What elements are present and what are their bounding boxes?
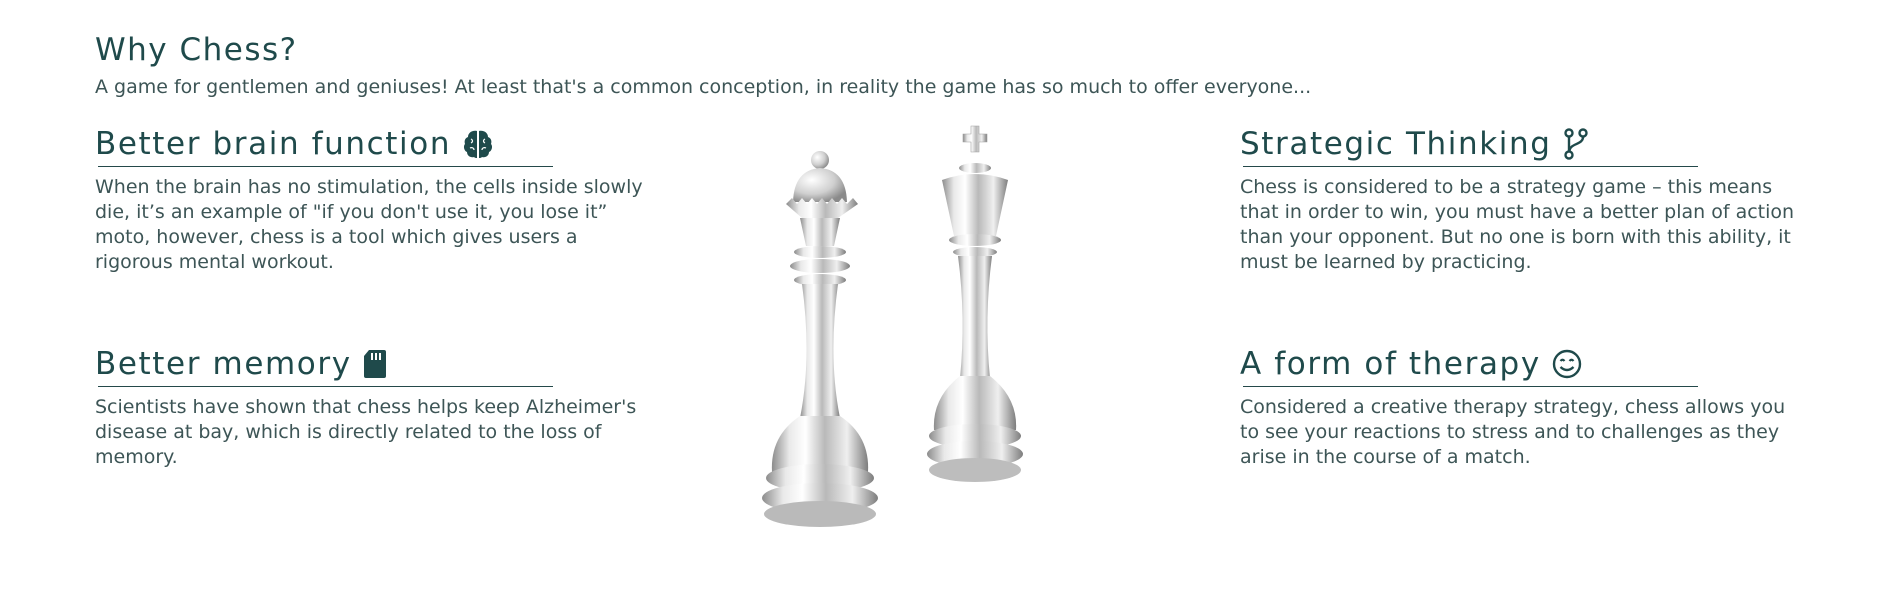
chess-pieces-image: [720, 118, 1070, 538]
feature-therapy: A form of therapy Considered a creative …: [1240, 344, 1810, 470]
feature-heading-label: Better brain function: [95, 126, 452, 162]
feature-description: Chess is considered to be a strategy gam…: [1240, 176, 1795, 273]
heading-underline: [98, 166, 553, 167]
heading-underline: [1243, 166, 1698, 167]
feature-heading-label: A form of therapy: [1240, 346, 1541, 382]
feature-heading: Strategic Thinking: [1240, 124, 1590, 164]
feature-heading: Better brain function: [95, 124, 495, 164]
page-title: Why Chess?: [95, 32, 298, 68]
smile-icon: [1551, 348, 1583, 380]
feature-heading: Better memory: [95, 344, 388, 384]
heading-underline: [98, 386, 553, 387]
feature-description: Scientists have shown that chess helps k…: [95, 396, 637, 468]
heading-underline: [1243, 386, 1698, 387]
feature-heading-label: Strategic Thinking: [1240, 126, 1552, 162]
queen-piece: [762, 151, 878, 527]
feature-strategic-thinking: Strategic Thinking Chess is considered t…: [1240, 124, 1810, 275]
brain-icon: [461, 127, 495, 161]
feature-description: When the brain has no stimulation, the c…: [95, 176, 643, 273]
feature-brain-function: Better brain function When the brain has…: [95, 124, 665, 275]
page-subtitle: A game for gentlemen and geniuses! At le…: [95, 76, 1312, 98]
feature-description: Considered a creative therapy strategy, …: [1240, 396, 1786, 468]
feature-heading-label: Better memory: [95, 346, 352, 382]
intro-section: Why Chess? A game for gentlemen and geni…: [95, 30, 1795, 100]
branch-icon: [1562, 127, 1590, 161]
feature-heading: A form of therapy: [1240, 344, 1583, 384]
feature-memory: Better memory Scientists have shown that…: [95, 344, 665, 470]
king-piece: [927, 125, 1023, 482]
sd-card-icon: [362, 348, 388, 380]
